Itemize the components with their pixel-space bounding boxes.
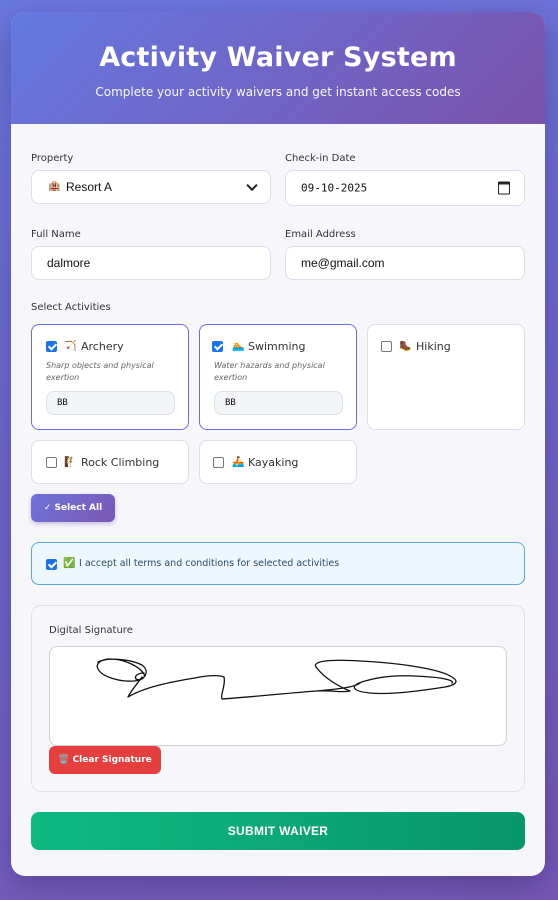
archery-checkbox[interactable] [46, 341, 57, 352]
activity-card-archery[interactable]: 🏹 Archery Sharp objects and physical exe… [31, 324, 189, 430]
calendar-icon[interactable] [498, 181, 510, 195]
signature-stroke [96, 658, 457, 700]
activity-card-rock-climbing[interactable]: 🧗 Rock Climbing [31, 440, 189, 484]
header: Activity Waiver System Complete your act… [11, 12, 545, 124]
email-input[interactable]: me@gmail.com [285, 246, 525, 280]
kayaking-label: Kayaking [248, 456, 299, 469]
hiking-label: Hiking [416, 340, 451, 353]
rock-climbing-checkbox[interactable] [46, 457, 57, 468]
activity-card-hiking[interactable]: 🥾 Hiking [367, 324, 525, 430]
check-mark-icon: ✅ [63, 558, 76, 569]
rock-climbing-icon: 🧗 [64, 457, 77, 468]
archery-initials-value: BB [57, 398, 68, 408]
name-label: Full Name [31, 229, 81, 240]
hiking-checkbox[interactable] [381, 341, 392, 352]
signature-canvas[interactable] [49, 646, 507, 746]
kayaking-checkbox[interactable] [213, 457, 224, 468]
full-name-input[interactable]: dalmore [31, 246, 271, 280]
hiking-icon: 🥾 [399, 341, 412, 352]
signature-label: Digital Signature [49, 625, 133, 636]
terms-box: ✅ I accept all terms and conditions for … [31, 542, 525, 585]
checkin-label: Check-in Date [285, 153, 356, 164]
swimming-icon: 🏊 [232, 341, 245, 352]
email-label: Email Address [285, 229, 356, 240]
property-value: Resort A [66, 180, 113, 194]
activities-label: Select Activities [31, 302, 111, 313]
waiver-card: Activity Waiver System Complete your act… [11, 12, 545, 876]
activity-card-swimming[interactable]: 🏊 Swimming Water hazards and physical ex… [199, 324, 357, 430]
select-all-button[interactable]: ✓ Select All [31, 494, 115, 522]
checkin-value: 09-10-2025 [301, 181, 368, 195]
rock-climbing-label: Rock Climbing [81, 456, 160, 469]
swimming-label: Swimming [248, 340, 306, 353]
archery-icon: 🏹 [64, 341, 77, 352]
property-select[interactable]: 🏨 Resort A [31, 170, 271, 204]
terms-text: I accept all terms and conditions for se… [79, 558, 340, 569]
page-title: Activity Waiver System [99, 42, 457, 73]
swimming-initials-value: BB [225, 398, 236, 408]
swimming-initials-input[interactable]: BB [214, 391, 343, 415]
email-value: me@gmail.com [301, 256, 385, 270]
full-name-value: dalmore [47, 256, 91, 270]
signature-section: Digital Signature 🗑️ Clear Signature [31, 605, 525, 792]
chevron-down-icon [246, 179, 258, 192]
swimming-description: Water hazards and physical exertion [214, 361, 325, 382]
swimming-checkbox[interactable] [212, 341, 223, 352]
archery-label: Archery [81, 340, 124, 353]
submit-waiver-button[interactable]: SUBMIT WAIVER [31, 812, 525, 850]
building-icon: 🏨 [48, 181, 61, 192]
archery-description: Sharp objects and physical exertion [46, 361, 154, 382]
page-subtitle: Complete your activity waivers and get i… [95, 85, 461, 99]
clear-signature-button[interactable]: 🗑️ Clear Signature [49, 746, 161, 774]
activity-card-kayaking[interactable]: 🚣 Kayaking [199, 440, 357, 484]
archery-initials-input[interactable]: BB [46, 391, 175, 415]
checkin-date-input[interactable]: 09-10-2025 [285, 170, 525, 206]
property-label: Property [31, 153, 74, 164]
terms-checkbox[interactable] [46, 559, 57, 570]
kayaking-icon: 🚣 [232, 457, 245, 468]
